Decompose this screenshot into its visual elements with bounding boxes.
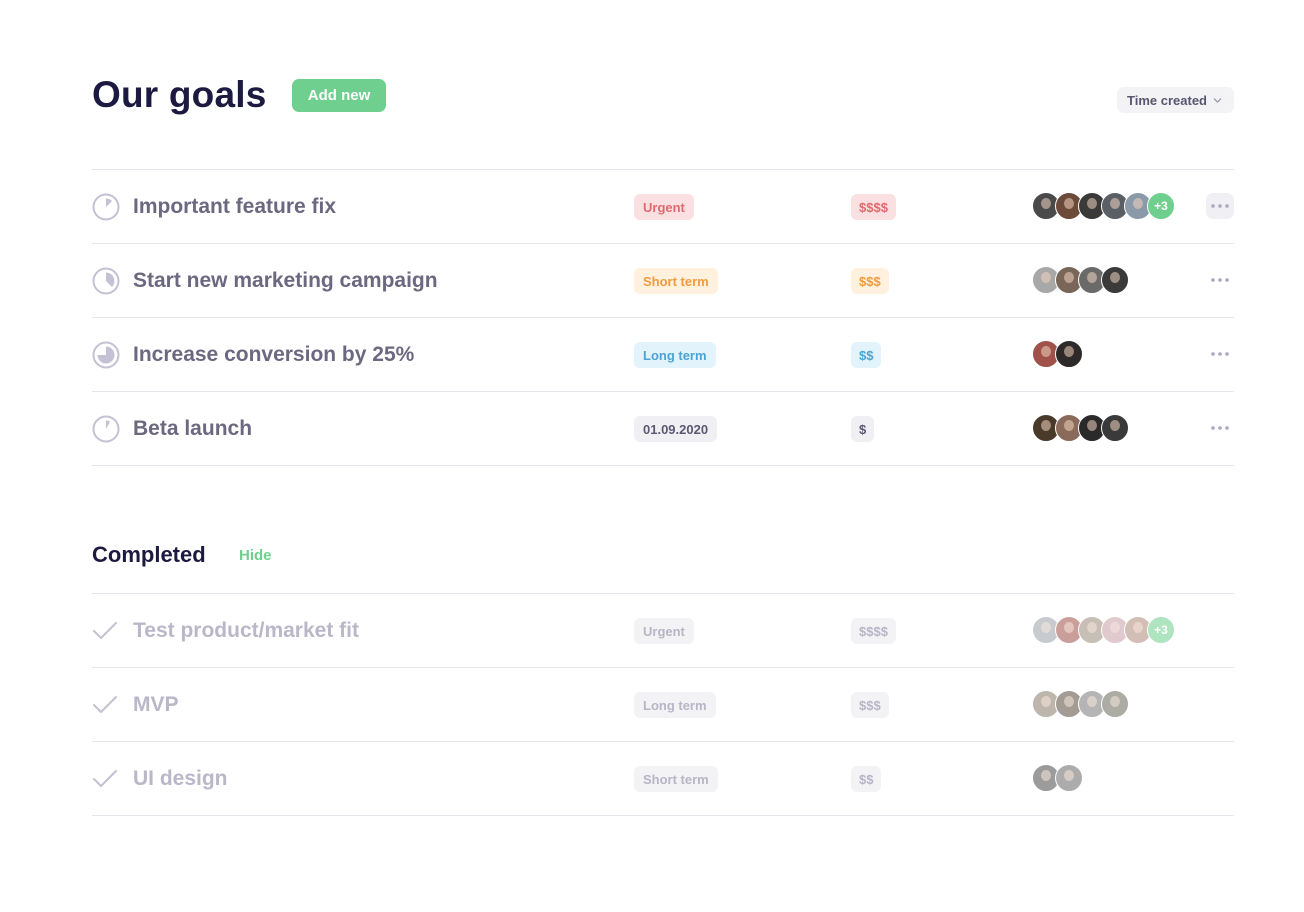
avatar [1055,764,1083,792]
more-horizontal-icon [1211,204,1229,208]
completed-title: Completed [92,542,206,567]
goal-row[interactable]: Start new marketing campaign Short term $$… [92,244,1234,318]
more-horizontal-icon [1211,278,1229,282]
avatar [1101,690,1129,718]
member-avatars [1032,690,1129,718]
active-goals-list: Important feature fix Urgent $$$$ +3 Start n… [92,169,1234,466]
goal-tag: 01.09.2020 [634,416,718,442]
goal-tag: Long term [634,692,716,718]
add-new-button[interactable]: Add new [292,79,386,112]
completed-section-header: Completed Hide [92,466,1234,593]
goal-tag: Urgent [634,194,694,220]
goal-name: Increase conversion by 25% [133,343,415,366]
goal-name: Important feature fix [133,195,337,218]
goal-row[interactable]: Important feature fix Urgent $$$$ +3 [92,170,1234,244]
goal-name: Start new marketing campaign [133,269,438,292]
row-menu-button[interactable] [1206,267,1234,293]
extra-members-badge: +3 [1147,616,1175,644]
row-menu-button[interactable] [1206,193,1234,219]
member-avatars [1032,764,1083,792]
goal-tag: Short term [634,766,718,792]
goal-name: Beta launch [133,417,253,440]
completed-goal-row[interactable]: MVP Long term $$$ [92,668,1234,742]
goal-cost: $$$ [851,268,889,294]
page-title: Our goals [92,74,267,115]
sort-dropdown[interactable]: Time created [1117,87,1234,113]
member-avatars: +3 [1032,616,1175,644]
completed-goals-list: Test product/market fit Urgent $$$$ +3 MVP Lo… [92,593,1234,816]
progress-pie-icon [92,193,120,221]
goal-name: Test product/market fit [133,619,359,642]
goal-cost: $$ [851,766,882,792]
sort-label: Time created [1127,92,1207,108]
goal-tag: Long term [634,342,716,368]
goal-cost: $$$ [851,692,889,718]
goal-cost: $$ [851,342,882,368]
avatar [1055,340,1083,368]
goal-name: MVP [133,693,179,716]
progress-pie-icon [92,341,120,369]
member-avatars [1032,340,1083,368]
goal-cost: $$$$ [851,194,896,220]
completed-goal-row[interactable]: Test product/market fit Urgent $$$$ +3 [92,594,1234,668]
check-icon [93,770,117,787]
row-menu-button[interactable] [1206,341,1234,367]
goal-row[interactable]: Increase conversion by 25% Long term $$ [92,318,1234,392]
hide-completed-link[interactable]: Hide [239,547,272,564]
more-horizontal-icon [1211,352,1229,356]
member-avatars [1032,266,1129,294]
progress-pie-icon [92,415,120,443]
more-horizontal-icon [1211,426,1229,430]
row-menu-button[interactable] [1206,415,1234,441]
check-icon [93,696,117,713]
check-icon [93,622,117,639]
chevron-down-icon [1213,97,1222,103]
goal-row[interactable]: Beta launch 01.09.2020 $ [92,392,1234,466]
extra-members-badge: +3 [1147,192,1175,220]
member-avatars: +3 [1032,192,1175,220]
goal-cost: $$$$ [851,618,896,644]
goal-cost: $ [851,416,875,442]
progress-pie-icon [92,267,120,295]
completed-goal-row[interactable]: UI design Short term $$ [92,742,1234,816]
avatar [1101,266,1129,294]
page-header: Our goals Add new Time created [92,0,1234,169]
goal-name: UI design [133,767,228,790]
goal-tag: Urgent [634,618,694,644]
goals-page: Our goals Add new Time created Important… [92,0,1234,816]
goal-tag: Short term [634,268,718,294]
member-avatars [1032,414,1129,442]
avatar [1101,414,1129,442]
